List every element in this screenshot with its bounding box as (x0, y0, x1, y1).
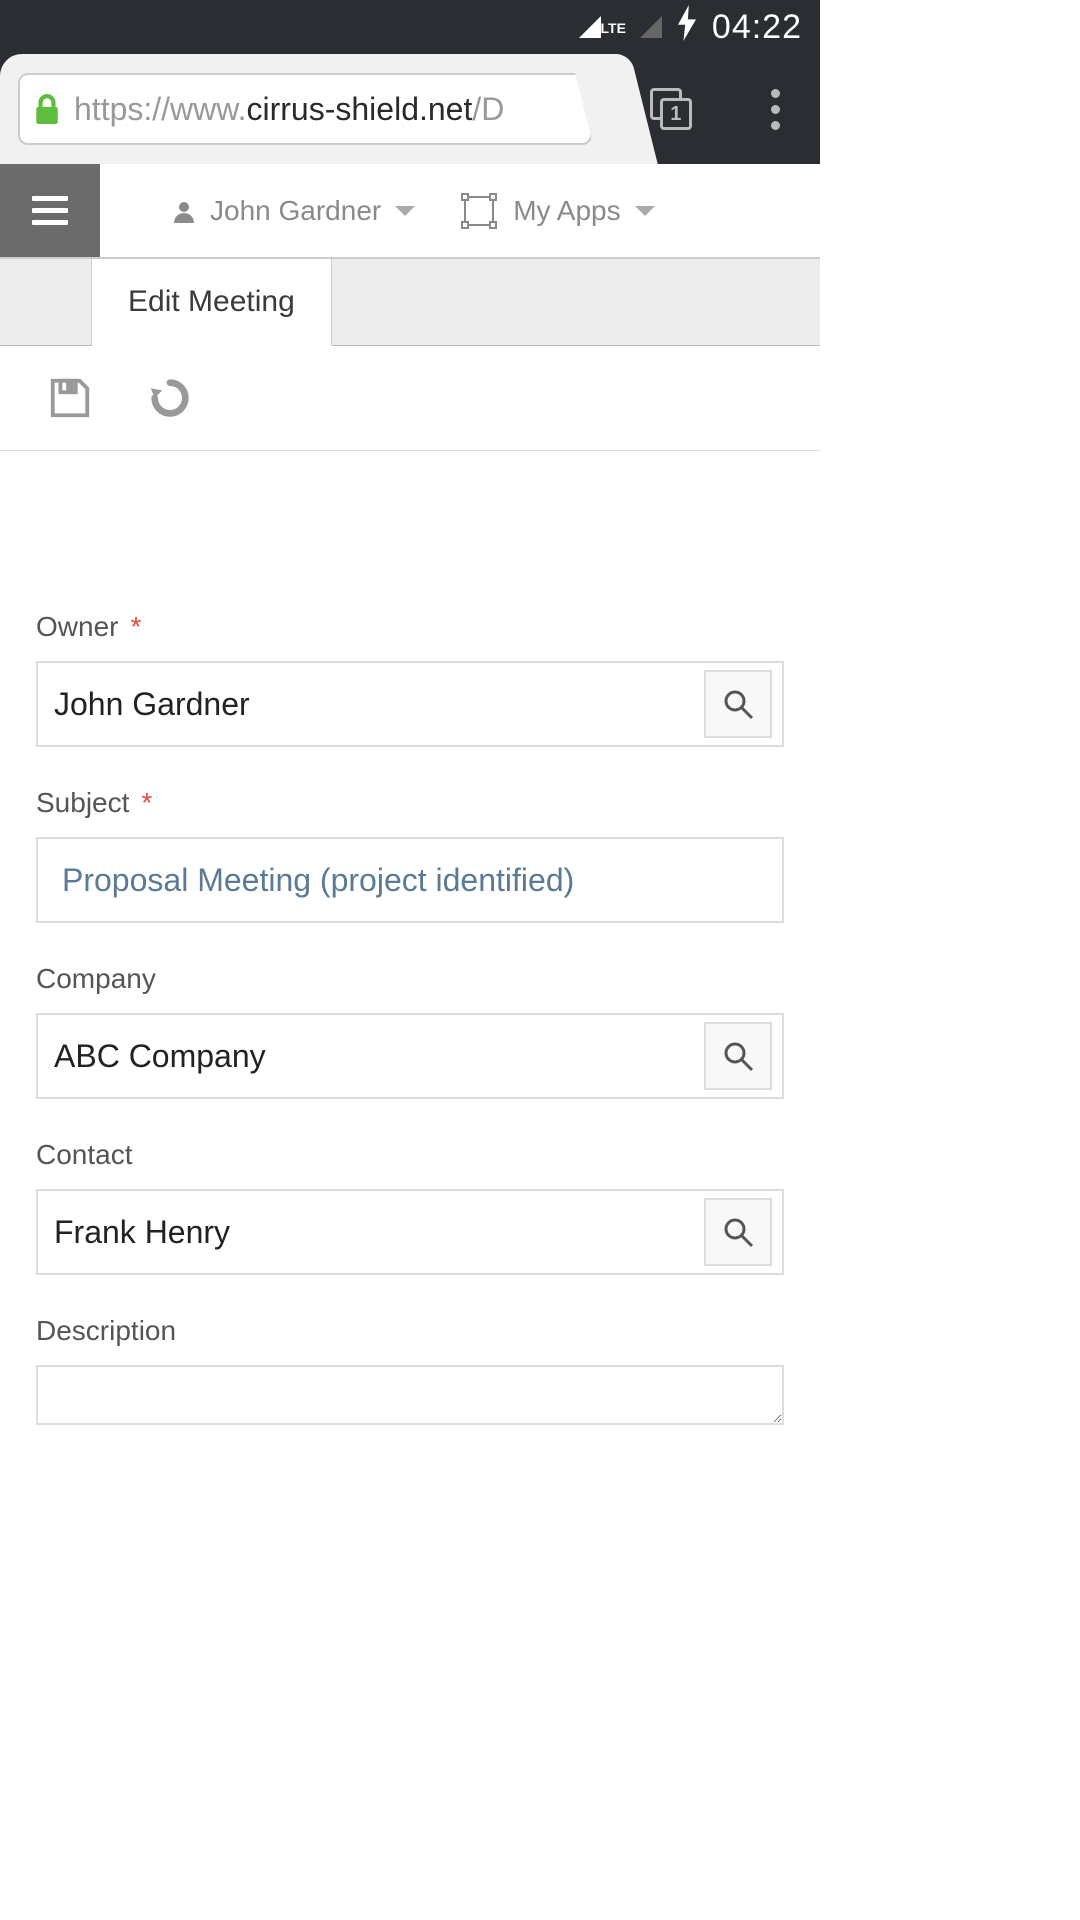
status-clock: 04:22 (712, 8, 802, 47)
company-group: Company (36, 963, 784, 1099)
url-bar[interactable]: https://www.cirrus-shield.net/D (18, 73, 592, 145)
company-input[interactable] (38, 1015, 704, 1097)
save-button[interactable] (46, 374, 94, 422)
tab-edit-meeting[interactable]: Edit Meeting (92, 259, 332, 346)
hamburger-button[interactable] (0, 164, 100, 257)
toolbar (0, 346, 820, 451)
owner-input[interactable] (38, 663, 704, 745)
url-text: https://www.cirrus-shield.net/D (74, 91, 504, 128)
signal-indicator-1: LTE (579, 16, 626, 38)
required-star: * (130, 611, 141, 643)
tab-label: Edit Meeting (128, 285, 295, 319)
chevron-down-icon (395, 206, 415, 216)
apps-icon (459, 191, 499, 231)
form-area: Owner * Subject * Company (0, 451, 820, 1445)
company-lookup-button[interactable] (704, 1022, 772, 1090)
lock-icon (34, 94, 60, 124)
contact-group: Contact (36, 1139, 784, 1275)
search-icon (722, 1040, 754, 1072)
owner-lookup-button[interactable] (704, 670, 772, 738)
user-name-label: John Gardner (210, 195, 381, 227)
tab-count: 1 (660, 98, 692, 130)
user-menu[interactable]: John Gardner (172, 195, 415, 227)
apps-label: My Apps (513, 195, 620, 227)
chevron-down-icon (635, 206, 655, 216)
undo-icon (147, 375, 193, 421)
description-group: Description (36, 1315, 784, 1425)
contact-lookup-button[interactable] (704, 1198, 772, 1266)
description-input[interactable] (36, 1365, 784, 1425)
user-icon (172, 199, 196, 223)
apps-menu[interactable]: My Apps (459, 191, 654, 231)
owner-group: Owner * (36, 611, 784, 747)
browser-menu-button[interactable] (771, 89, 780, 130)
undo-button[interactable] (146, 374, 194, 422)
description-label: Description (36, 1315, 784, 1347)
contact-label: Contact (36, 1139, 784, 1171)
signal-indicator-2 (640, 16, 662, 38)
hamburger-icon (32, 196, 68, 225)
owner-label: Owner * (36, 611, 784, 643)
company-label: Company (36, 963, 784, 995)
contact-input[interactable] (38, 1191, 704, 1273)
browser-chrome: https://www.cirrus-shield.net/D 1 (0, 54, 820, 164)
status-bar: LTE 04:22 (0, 0, 820, 54)
charging-icon (676, 5, 698, 49)
save-icon (47, 375, 93, 421)
tabs-button[interactable]: 1 (650, 88, 692, 130)
app-header: John Gardner My Apps (0, 164, 820, 258)
subject-group: Subject * (36, 787, 784, 923)
subject-label: Subject * (36, 787, 784, 819)
required-star: * (141, 787, 152, 819)
lte-label: LTE (601, 20, 626, 36)
tab-bar: Edit Meeting (0, 258, 820, 346)
search-icon (722, 1216, 754, 1248)
search-icon (722, 688, 754, 720)
subject-input[interactable] (36, 837, 784, 923)
